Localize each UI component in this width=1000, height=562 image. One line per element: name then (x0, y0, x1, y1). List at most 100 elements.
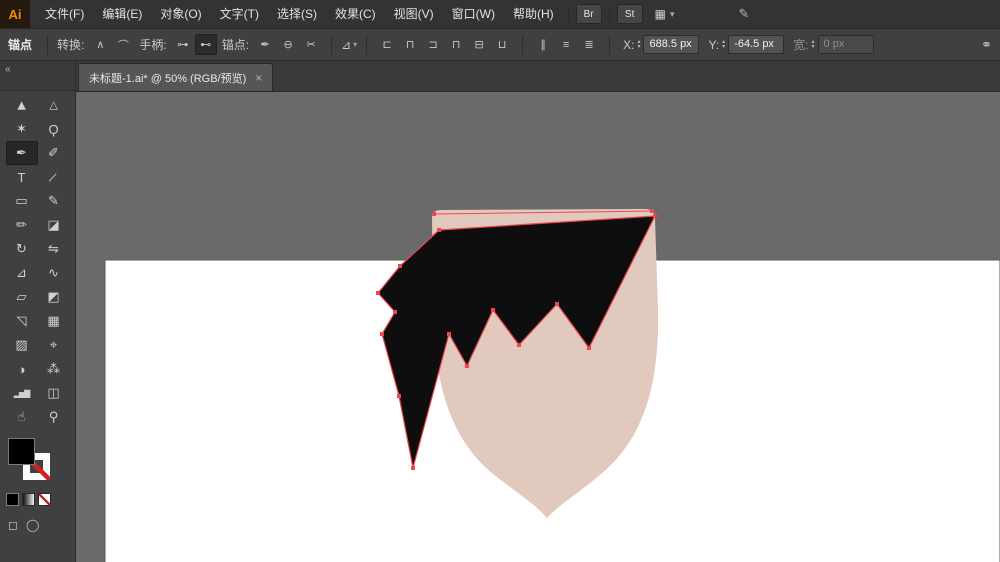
align-top-icon[interactable]: ⊓ (445, 34, 467, 55)
add-anchor-icon[interactable]: ✒ (254, 34, 276, 55)
y-input[interactable]: -64.5 px (728, 35, 785, 54)
align-left-icon[interactable]: ⊏ (376, 34, 398, 55)
anchor-point[interactable] (465, 364, 469, 368)
hide-handles-icon[interactable]: ⊷ (194, 34, 217, 55)
align-center-icon[interactable]: ⊓ (399, 34, 421, 55)
rectangle-tool[interactable]: ▭ (6, 189, 38, 213)
link-dimensions-icon[interactable]: ⚭ (981, 37, 992, 53)
corner-options-menu[interactable]: ⊿ ▾ (341, 38, 357, 52)
x-input[interactable]: 688.5 px (643, 35, 700, 54)
zoom-tool[interactable]: ⚲ (38, 405, 70, 429)
none-swatch[interactable] (38, 493, 51, 506)
control-panel-label: 锚点 (8, 38, 33, 52)
pencil-tool[interactable]: ✏ (6, 213, 38, 237)
lasso-tool-icon: Ϙ (48, 121, 59, 137)
menu-item[interactable]: 效果(C) (326, 0, 385, 28)
menubar-separator (608, 6, 610, 22)
anchor-point[interactable] (397, 394, 401, 398)
draw-behind-icon[interactable]: ◯ (26, 518, 39, 532)
anchor-point[interactable] (393, 310, 397, 314)
menu-item[interactable]: 窗口(W) (443, 0, 504, 28)
paintbrush-tool[interactable]: ✎ (38, 189, 70, 213)
symbol-sprayer-tool[interactable]: ⁂ (38, 357, 70, 381)
eraser-tool[interactable]: ◪ (38, 213, 70, 237)
workspace-switcher[interactable]: ▦ ▾ (655, 7, 675, 21)
canvas-svg[interactable] (76, 92, 1000, 562)
collapse-panel-icon[interactable]: « (5, 64, 11, 75)
fill-color-indicator[interactable] (8, 438, 35, 465)
anchor-point[interactable] (380, 332, 384, 336)
anchor-point[interactable] (447, 332, 451, 336)
anchor-point[interactable] (491, 308, 495, 312)
line-segment-tool[interactable]: ∕ (38, 165, 70, 189)
menu-item[interactable]: 选择(S) (268, 0, 326, 28)
menu-item[interactable]: 帮助(H) (504, 0, 563, 28)
close-icon[interactable]: × (255, 72, 262, 84)
perspective-grid-tool[interactable]: ◹ (6, 309, 38, 333)
direct-selection-tool-icon: ▷ (48, 100, 60, 110)
convert-corner-icon[interactable]: ∧ (89, 34, 111, 55)
distribute-center-icon[interactable]: ≡ (555, 34, 577, 55)
free-transform-tool[interactable]: ▱ (6, 285, 38, 309)
stepper-down-icon[interactable]: ▾ (722, 44, 725, 50)
graph-tool[interactable]: ▂▅▇ (6, 381, 38, 405)
reflect-tool[interactable]: ⇋ (38, 237, 70, 261)
anchor-point[interactable] (411, 466, 415, 470)
menu-item[interactable]: 文件(F) (36, 0, 93, 28)
eyedropper-tool[interactable]: ⌖ (38, 333, 70, 357)
remove-anchor-icon[interactable]: ⊖ (277, 34, 299, 55)
curvature-tool[interactable]: ✐ (38, 141, 70, 165)
anchor-point[interactable] (587, 346, 591, 350)
document-tab[interactable]: 未标题-1.ai* @ 50% (RGB/预览) × (78, 63, 274, 91)
y-stepper[interactable]: ▴ ▾ (722, 39, 725, 50)
gradient-swatch[interactable] (22, 493, 35, 506)
type-tool[interactable]: T (6, 165, 38, 189)
scale-tool[interactable]: ⊿ (6, 261, 38, 285)
anchor-point[interactable] (517, 343, 521, 347)
rectangle-tool-icon: ▭ (15, 193, 28, 208)
anchor-point[interactable] (653, 214, 657, 218)
eraser-tool-icon: ◪ (47, 217, 60, 232)
brush-tool-icon[interactable]: ✎ (739, 6, 750, 22)
convert-smooth-icon[interactable]: ⌒ (112, 34, 134, 55)
direct-selection-tool[interactable]: ▷ (38, 93, 70, 117)
align-bottom-icon[interactable]: ⊔ (491, 34, 513, 55)
menu-item[interactable]: 编辑(E) (93, 0, 151, 28)
anchor-point[interactable] (555, 302, 559, 306)
selection-tool-icon: ▶ (16, 100, 28, 110)
distribute-left-icon[interactable]: ∥ (532, 34, 554, 55)
blend-tool[interactable]: ◑ (6, 357, 38, 381)
stock-button[interactable]: St (616, 4, 643, 24)
bridge-button[interactable]: Br (575, 4, 602, 24)
menu-item[interactable]: 视图(V) (385, 0, 443, 28)
color-swatch[interactable] (6, 493, 19, 506)
anchor-point[interactable] (437, 228, 441, 232)
mesh-tool[interactable]: ▦ (38, 309, 70, 333)
selection-tool[interactable]: ▶ (6, 93, 38, 117)
tools-grid: ▶ ▷ ✶ Ϙ ✒ ✐ T ∕ ▭ ✎ ✏ ◪ ↻ ⇋ ⊿ ∿ ▱ ◩ ◹ ▦ ▨ ⌖ ◑ ⁂ ▂▅▇ ◫ ☝ ⚲ (0, 91, 75, 429)
anchor-point[interactable] (650, 209, 654, 213)
anchor-point[interactable] (432, 212, 436, 216)
align-right-icon[interactable]: ⊐ (422, 34, 444, 55)
hand-tool[interactable]: ☝ (6, 405, 38, 429)
width-tool[interactable]: ∿ (38, 261, 70, 285)
rotate-tool[interactable]: ↻ (6, 237, 38, 261)
lasso-tool[interactable]: Ϙ (38, 117, 70, 141)
x-stepper[interactable]: ▴ ▾ (637, 39, 640, 50)
draw-normal-icon[interactable]: ◻ (8, 518, 18, 532)
menu-item[interactable]: 文字(T) (211, 0, 268, 28)
cut-path-icon[interactable]: ✂ (300, 34, 322, 55)
anchor-point[interactable] (398, 264, 402, 268)
menu-item[interactable]: 对象(O) (151, 0, 210, 28)
stepper-down-icon[interactable]: ▾ (637, 44, 640, 50)
show-handles-icon[interactable]: ⊶ (172, 34, 194, 55)
canvas-pasteboard[interactable] (76, 92, 1000, 562)
magic-wand-tool[interactable]: ✶ (6, 117, 38, 141)
anchor-point[interactable] (376, 291, 380, 295)
align-middle-icon[interactable]: ⊟ (468, 34, 490, 55)
distribute-right-icon[interactable]: ≣ (578, 34, 600, 55)
shape-builder-tool[interactable]: ◩ (38, 285, 70, 309)
artboard-tool[interactable]: ◫ (38, 381, 70, 405)
gradient-tool[interactable]: ▨ (6, 333, 38, 357)
pen-tool[interactable]: ✒ (5, 141, 38, 165)
